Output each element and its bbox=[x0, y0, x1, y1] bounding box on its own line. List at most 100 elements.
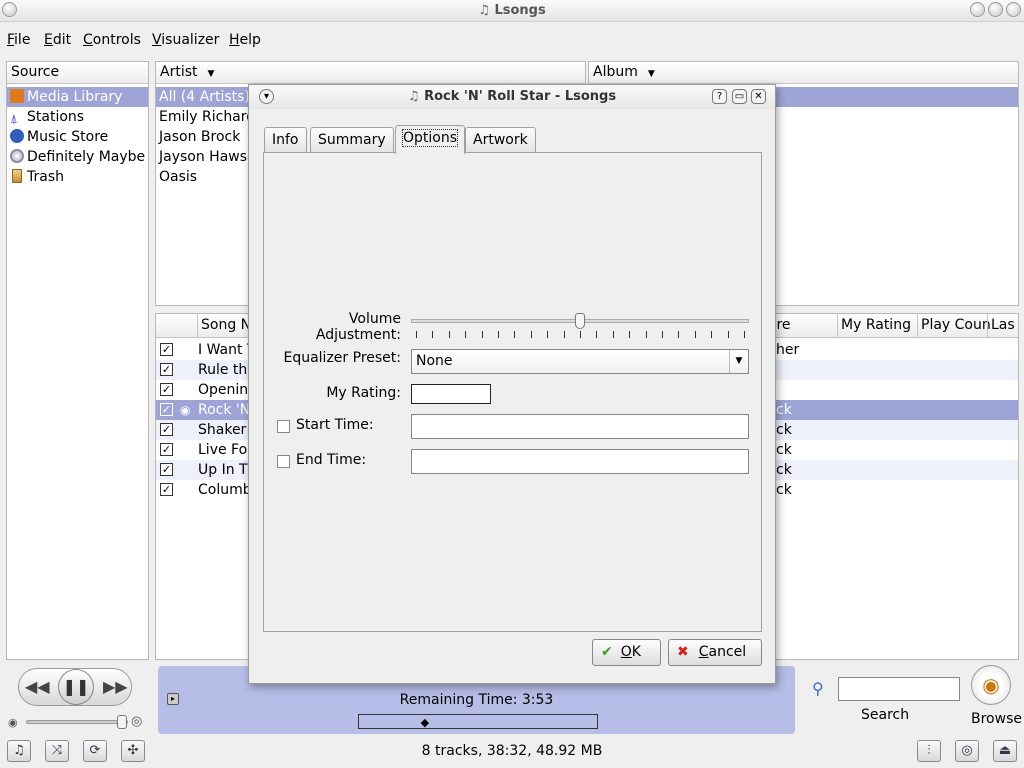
track-checkbox[interactable]: ✓ bbox=[160, 343, 173, 356]
column-last[interactable]: Las bbox=[991, 317, 1015, 333]
tick-mark bbox=[547, 331, 549, 338]
tab-info[interactable]: Info bbox=[264, 127, 307, 153]
start-time-input[interactable] bbox=[411, 414, 749, 439]
equalizer-preset-label: Equalizer Preset: bbox=[283, 350, 401, 366]
tab-artwork[interactable]: Artwork bbox=[465, 127, 536, 153]
source-header: Source bbox=[7, 62, 148, 84]
album-header[interactable]: Album ▼ bbox=[589, 62, 1018, 84]
volume-slider[interactable] bbox=[26, 715, 128, 729]
tick-mark bbox=[530, 331, 532, 338]
song-name-cell: Live For bbox=[198, 442, 253, 458]
equalizer-preset-select[interactable]: None ▼ bbox=[411, 349, 749, 374]
tick-mark bbox=[596, 331, 598, 338]
end-time-label: End Time: bbox=[296, 452, 367, 468]
genre-cell: ck bbox=[776, 402, 792, 418]
minimize-button[interactable] bbox=[970, 2, 985, 17]
previous-icon[interactable]: ◀◀ bbox=[25, 677, 50, 696]
tick-mark bbox=[727, 331, 729, 338]
remaining-time: Remaining Time: 3:53 bbox=[399, 692, 554, 708]
volume-adjustment-slider[interactable] bbox=[411, 313, 749, 329]
search-label: Search bbox=[861, 707, 910, 723]
tick-mark bbox=[711, 331, 713, 338]
tab-summary[interactable]: Summary bbox=[310, 127, 394, 153]
window-titlebar: ♫ Lsongs bbox=[0, 0, 1024, 22]
close-button[interactable] bbox=[1006, 2, 1021, 17]
now-playing-icon: ◉ bbox=[180, 403, 191, 417]
app-icon: ♫ bbox=[407, 89, 425, 104]
burn-disc-icon[interactable]: ◎ bbox=[955, 740, 979, 762]
track-checkbox[interactable]: ✓ bbox=[160, 363, 173, 376]
song-info-dialog: ▾ ♫ Rock 'N' Roll Star - Lsongs ? ▭ ✕ In… bbox=[248, 84, 776, 684]
cancel-button[interactable]: ✖ Cancel bbox=[668, 639, 762, 666]
track-checkbox[interactable]: ✓ bbox=[160, 383, 173, 396]
menubar: File Edit Controls Visualizer Help bbox=[0, 26, 1024, 54]
track-checkbox[interactable]: ✓ bbox=[160, 423, 173, 436]
tab-options[interactable]: Options bbox=[395, 125, 466, 154]
progress-bar[interactable]: ◆ bbox=[358, 714, 598, 729]
transport-controls: ◀◀ ❚❚ ▶▶ bbox=[18, 668, 132, 706]
tick-mark bbox=[432, 331, 434, 338]
ok-button[interactable]: ✔ OK bbox=[592, 639, 661, 666]
my-rating-input[interactable] bbox=[411, 384, 491, 404]
song-name-cell: Columb bbox=[198, 482, 252, 498]
tick-mark bbox=[498, 331, 499, 338]
track-checkbox[interactable]: ✓ bbox=[160, 483, 173, 496]
maximize-button[interactable] bbox=[988, 2, 1003, 17]
eject-icon[interactable]: ⏏ bbox=[993, 740, 1017, 762]
next-icon[interactable]: ▶▶ bbox=[103, 677, 128, 696]
artist-header[interactable]: Artist ▼ bbox=[156, 62, 585, 84]
genre-cell: ck bbox=[776, 482, 792, 498]
column-play-count[interactable]: Play Coun bbox=[921, 317, 991, 333]
column-song-name[interactable]: Song N bbox=[201, 317, 251, 333]
trash-icon bbox=[12, 169, 22, 183]
song-name-cell: Openin bbox=[198, 382, 249, 398]
volume-high-icon: ◎ bbox=[131, 714, 143, 729]
volume-slider-thumb[interactable] bbox=[117, 715, 127, 729]
genre-cell: ck bbox=[776, 462, 792, 478]
volume-ticks bbox=[416, 331, 746, 339]
progress-thumb[interactable]: ◆ bbox=[421, 716, 429, 729]
music-store-icon bbox=[10, 129, 24, 143]
source-item-music-store[interactable]: Music Store bbox=[7, 127, 148, 147]
volume-adjustment-thumb[interactable] bbox=[575, 313, 585, 329]
equalizer-preset-value: None bbox=[416, 353, 453, 369]
source-item-stations[interactable]: ⍋ Stations bbox=[7, 107, 148, 127]
media-library-icon bbox=[10, 89, 24, 103]
track-checkbox[interactable]: ✓ bbox=[160, 403, 173, 416]
maximize-icon[interactable]: ▭ bbox=[732, 89, 747, 104]
track-checkbox[interactable]: ✓ bbox=[160, 443, 173, 456]
dialog-title: ♫ Rock 'N' Roll Star - Lsongs bbox=[407, 89, 617, 104]
tick-mark bbox=[645, 331, 647, 338]
browse-label: Browse bbox=[971, 711, 1022, 727]
help-icon[interactable]: ? bbox=[712, 89, 727, 104]
source-item-trash[interactable]: Trash bbox=[7, 167, 148, 187]
search-input[interactable] bbox=[838, 677, 960, 701]
source-item-media-library[interactable]: Media Library bbox=[7, 87, 148, 107]
close-icon[interactable]: ✕ bbox=[751, 89, 766, 104]
tick-mark bbox=[612, 331, 614, 338]
tick-mark bbox=[465, 331, 467, 338]
tick-mark bbox=[678, 331, 680, 338]
column-my-rating[interactable]: My Rating bbox=[841, 317, 911, 333]
track-checkbox[interactable]: ✓ bbox=[160, 463, 173, 476]
end-time-input[interactable] bbox=[411, 449, 749, 474]
source-item-definitely-maybe[interactable]: Definitely Maybe bbox=[7, 147, 148, 167]
song-name-cell: Shaker bbox=[198, 422, 247, 438]
menu-controls[interactable]: Controls bbox=[83, 32, 141, 48]
tick-mark bbox=[481, 331, 483, 338]
end-time-checkbox[interactable] bbox=[277, 455, 290, 468]
volume-low-icon: ◉ bbox=[8, 716, 18, 729]
tick-mark bbox=[662, 331, 663, 338]
browse-eye-icon[interactable]: ◉ bbox=[971, 665, 1011, 705]
menu-visualizer[interactable]: Visualizer bbox=[152, 32, 219, 48]
pause-icon[interactable]: ❚❚ bbox=[58, 669, 94, 705]
menu-file[interactable]: File bbox=[7, 32, 30, 48]
cd-icon bbox=[10, 149, 24, 163]
tick-mark bbox=[514, 331, 516, 338]
menu-edit[interactable]: Edit bbox=[44, 32, 71, 48]
volume-adjustment-label: Volume Adjustment: bbox=[315, 311, 401, 343]
equalizer-icon[interactable]: ⫶ bbox=[917, 740, 941, 762]
menu-help[interactable]: Help bbox=[229, 32, 261, 48]
start-time-checkbox[interactable] bbox=[277, 420, 290, 433]
radio-tower-icon: ⍋ bbox=[10, 112, 18, 127]
